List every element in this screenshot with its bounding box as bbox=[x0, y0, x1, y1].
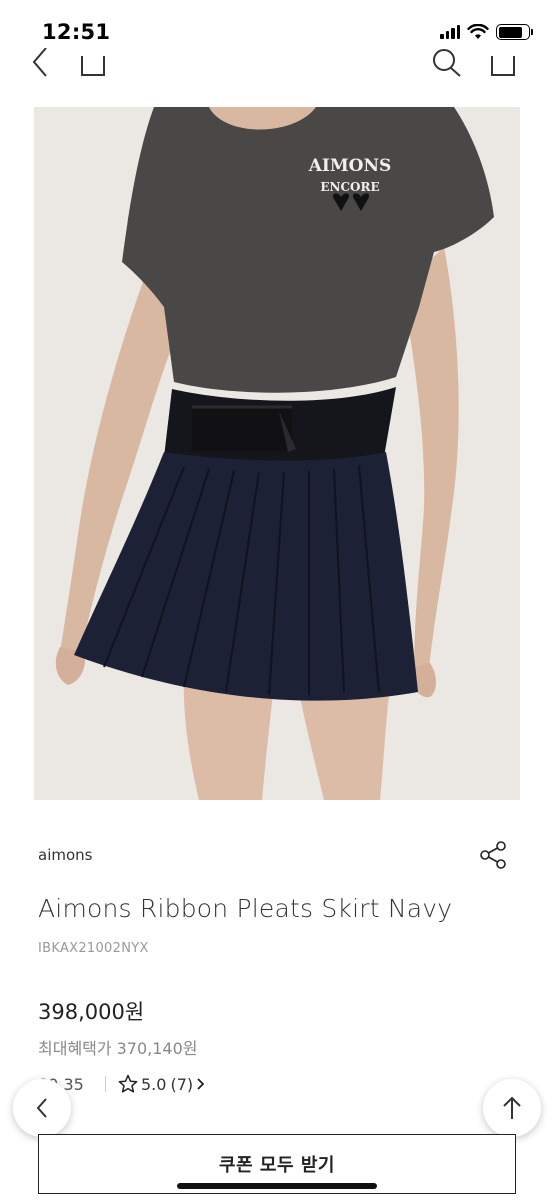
back-button[interactable] bbox=[13, 1079, 71, 1137]
shirt-print-line1: AIMONS bbox=[308, 156, 392, 176]
signal-icon bbox=[440, 25, 460, 39]
star-icon bbox=[118, 1074, 138, 1093]
max-benefit-value: 370,140원 bbox=[116, 1039, 198, 1058]
review-count: (7) bbox=[170, 1074, 194, 1094]
cart-icon[interactable] bbox=[490, 48, 516, 78]
nav-bar bbox=[0, 48, 554, 84]
product-code: IBKAX21002NYX bbox=[38, 941, 149, 956]
max-benefit-label: 최대혜택가 bbox=[38, 1039, 112, 1058]
product-price: 398,000원 bbox=[38, 1000, 145, 1024]
arrow-up-icon bbox=[503, 1096, 521, 1119]
wifi-icon bbox=[467, 24, 489, 39]
home-icon[interactable] bbox=[80, 48, 106, 78]
back-chevron-icon[interactable] bbox=[30, 48, 50, 78]
battery-icon bbox=[496, 24, 533, 40]
shirt-print-line2: ENCORE bbox=[320, 180, 379, 194]
status-time: 12:51 bbox=[42, 20, 111, 44]
share-icon bbox=[480, 841, 506, 869]
home-indicator bbox=[177, 1183, 377, 1189]
rating-value: 5.0 bbox=[141, 1074, 167, 1094]
scroll-top-button[interactable] bbox=[483, 1079, 541, 1137]
status-icons bbox=[440, 22, 533, 42]
product-photo: AIMONS ENCORE bbox=[34, 107, 520, 800]
brand-name[interactable]: aimons bbox=[38, 846, 92, 864]
product-title: Aimons Ribbon Pleats Skirt Navy bbox=[38, 894, 453, 923]
product-image[interactable]: AIMONS ENCORE bbox=[34, 107, 520, 800]
max-benefit-price: 최대혜택가 370,140원 bbox=[38, 1035, 198, 1059]
chevron-left-icon bbox=[36, 1098, 47, 1118]
divider bbox=[105, 1076, 106, 1092]
search-icon[interactable] bbox=[430, 48, 464, 78]
share-button[interactable] bbox=[476, 838, 510, 872]
chevron-right-icon bbox=[197, 1078, 205, 1090]
